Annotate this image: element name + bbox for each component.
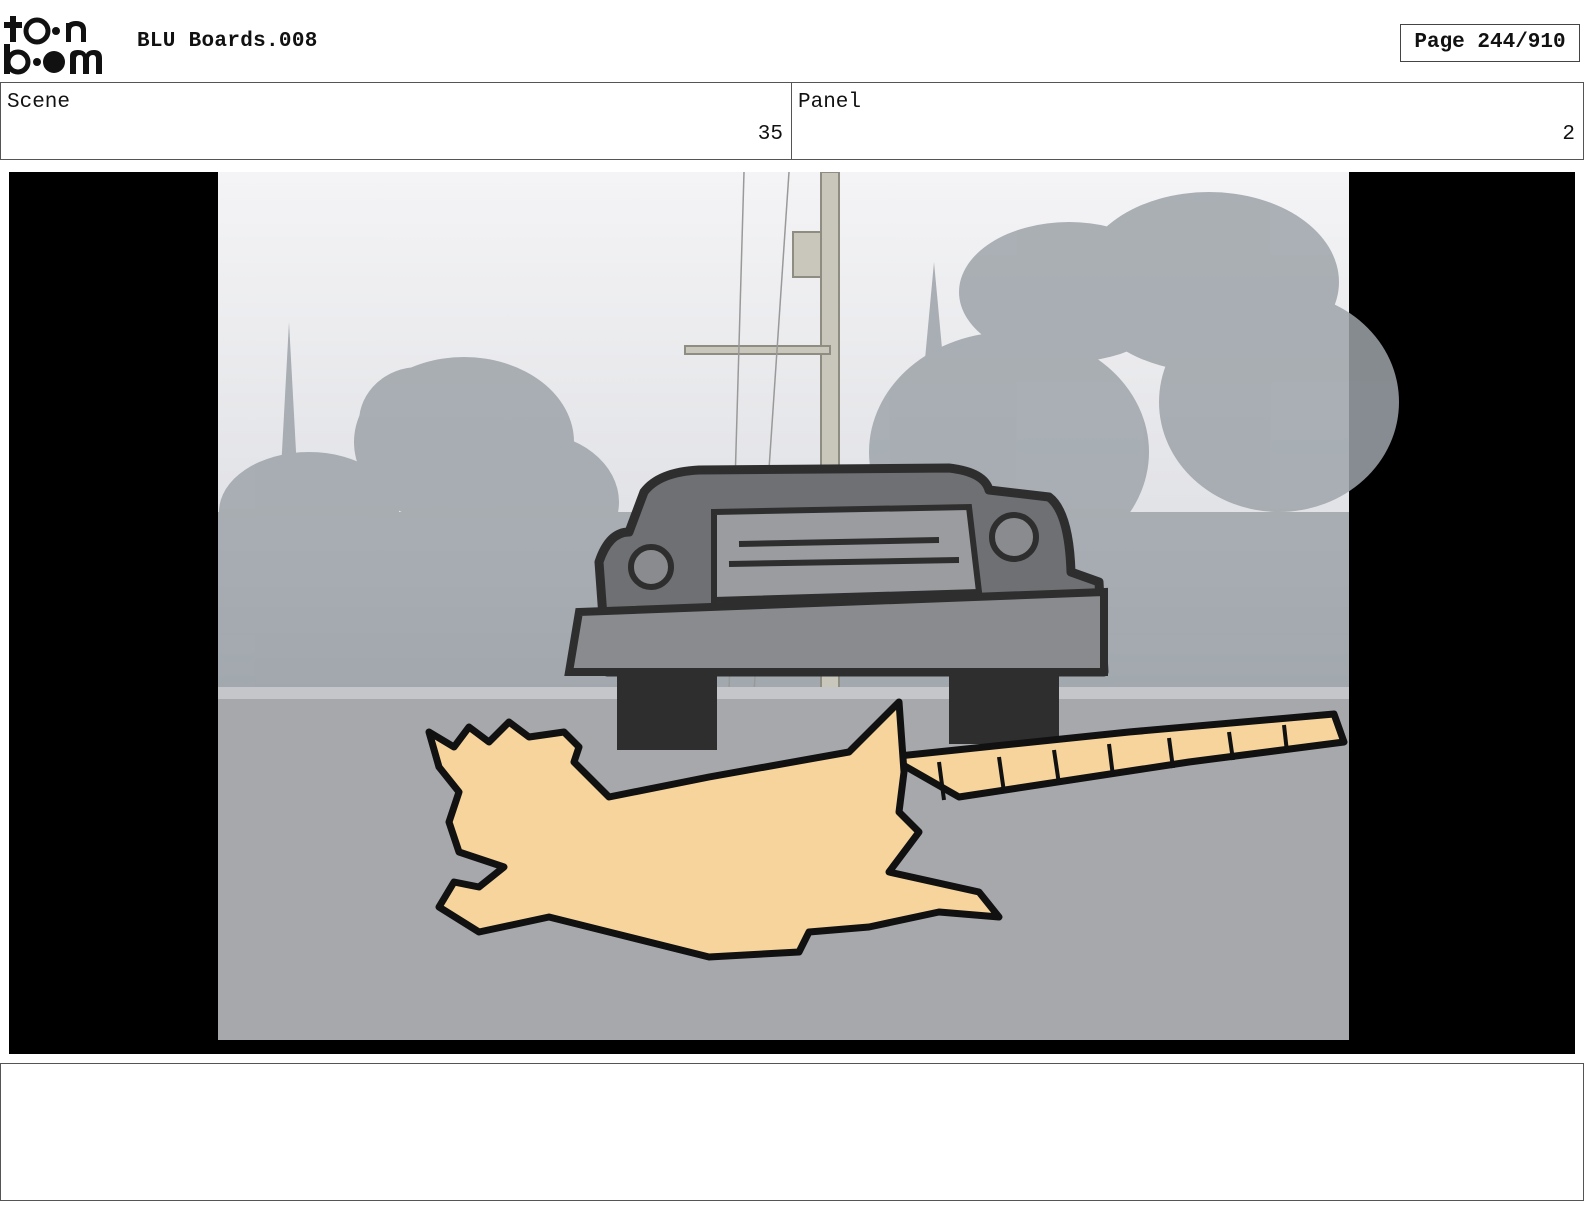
scene-label: Scene: [7, 91, 71, 114]
notes-box: [0, 1063, 1584, 1201]
scene-number: 35: [757, 123, 783, 146]
storyboard-drawing: [9, 172, 1575, 1054]
panel-number: 2: [1562, 123, 1575, 146]
storyboard-panel-image: [9, 172, 1575, 1054]
scene-cell: Scene 35: [0, 83, 792, 159]
panel-label: Panel: [798, 91, 862, 114]
toon-boom-logo: [4, 16, 102, 75]
page-indicator: Page 244/910: [1400, 24, 1580, 62]
scene-panel-info-row: Scene 35 Panel 2: [0, 82, 1584, 160]
document-title: BLU Boards.008: [137, 30, 318, 53]
panel-cell: Panel 2: [792, 83, 1584, 159]
